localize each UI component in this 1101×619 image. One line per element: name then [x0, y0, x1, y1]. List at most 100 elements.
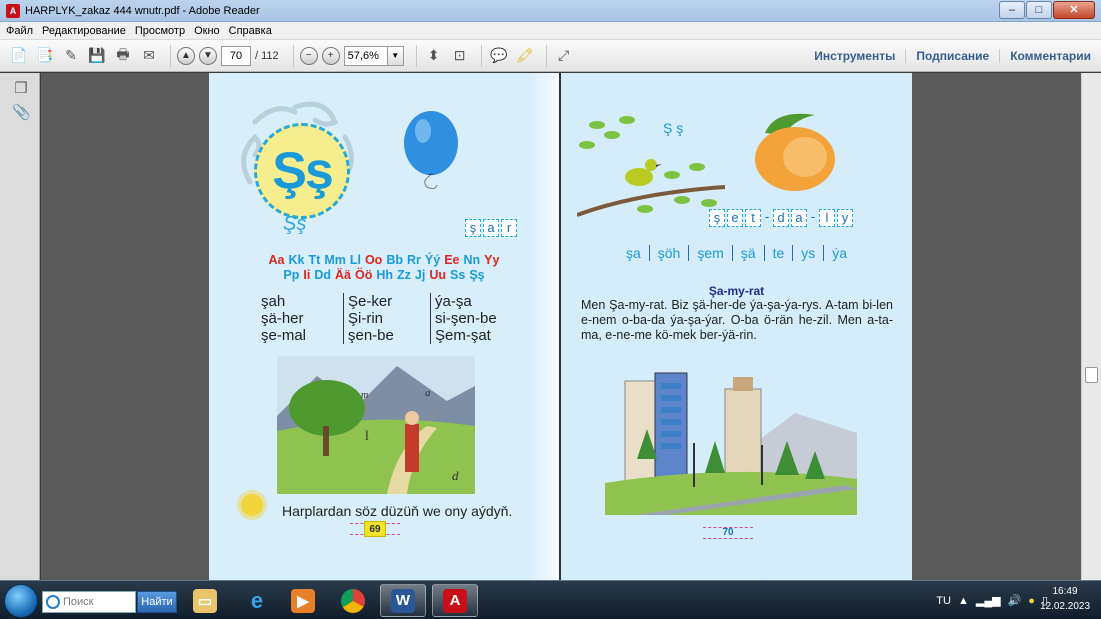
syllable-column: şah şä-her şe-mal: [257, 293, 343, 344]
media-player-taskbar-button[interactable]: ▶: [280, 584, 326, 617]
tools-button[interactable]: Инструменты: [804, 49, 905, 63]
toolbar-right-panel: Инструменты Подписание Комментарии: [804, 40, 1101, 72]
alphabet-letter: Ee: [444, 253, 460, 267]
show-hidden-icons-icon[interactable]: ▲: [958, 595, 969, 607]
word-sar-boxes: ş a r: [465, 219, 519, 237]
attachments-icon[interactable]: 📎: [12, 103, 31, 121]
illustration-letter-l: l: [365, 429, 369, 444]
syllable: şöh: [648, 245, 689, 261]
volume-icon[interactable]: 🔊: [1008, 594, 1022, 607]
syllable: şem: [688, 245, 731, 261]
letter-box: e: [727, 209, 743, 227]
create-pdf-icon[interactable]: 📄: [8, 45, 30, 67]
toolbar-divider: [170, 44, 171, 67]
syllable-word: Şi-rin: [348, 310, 384, 327]
zoom-in-icon[interactable]: +: [321, 46, 340, 65]
print-icon[interactable]: 🖶: [112, 45, 134, 67]
page-number: 69: [364, 521, 386, 537]
save-icon[interactable]: 💾: [86, 45, 108, 67]
syllable-dash: -: [810, 209, 816, 224]
chrome-taskbar-button[interactable]: [330, 584, 376, 617]
alphabet-letter: Dd: [314, 268, 331, 282]
word-setdaly-boxes: şet-da-ly: [709, 209, 855, 227]
comment-icon[interactable]: 💬: [488, 45, 510, 67]
search-placeholder: Поиск: [63, 596, 94, 608]
taskbar-search-input[interactable]: Поиск: [42, 591, 136, 613]
fit-width-icon[interactable]: ⊡: [449, 45, 471, 67]
menu-view[interactable]: Просмотр: [135, 25, 185, 37]
syllable-word: şen-be: [348, 327, 394, 344]
word-taskbar-button[interactable]: W: [380, 584, 426, 617]
window-controls: – □ ✕: [999, 1, 1095, 19]
page-69: Şş Şş ş a r Aa Kk Tt Mm Ll Oo Bb Rr Ýý Ee Nn Yy Pp I…: [209, 73, 559, 580]
alphabet-letter: Uu: [429, 268, 447, 282]
syllable-column: Şe-ker Şi-rin şen-be: [343, 293, 430, 344]
edit-pdf-icon[interactable]: ✎: [60, 45, 82, 67]
fit-page-icon[interactable]: ⬍: [423, 45, 445, 67]
syllable-word: şä-her: [261, 310, 304, 327]
menu-help[interactable]: Справка: [229, 25, 272, 37]
sun-flower-icon: [241, 494, 263, 516]
page-thumbnails-icon[interactable]: ❐: [12, 79, 30, 97]
menu-file[interactable]: Файл: [6, 25, 33, 37]
next-page-icon[interactable]: ▼: [199, 46, 217, 65]
alphabet-letter: Ýý: [424, 253, 441, 267]
previous-page-icon[interactable]: ▲: [177, 46, 195, 65]
balloon-illustration: [404, 111, 458, 189]
highlight-icon[interactable]: 🖍: [514, 45, 536, 67]
zoom-out-icon[interactable]: −: [299, 46, 318, 65]
page-number-input[interactable]: 70: [221, 45, 251, 66]
alphabet-letter: Rr: [406, 253, 421, 267]
language-indicator[interactable]: TU: [936, 595, 951, 607]
email-icon[interactable]: ✉: [138, 45, 160, 67]
search-go-button[interactable]: Найти: [137, 591, 177, 613]
letter-box: y: [837, 209, 853, 227]
exercise-instruction: Harplardan söz düzüň we ony aýdyň.: [282, 503, 513, 519]
syllable-dash: -: [764, 209, 770, 224]
alphabet-letter: Tt: [308, 253, 321, 267]
toolbar-divider: [415, 44, 417, 67]
alphabet-letter: Ää: [335, 268, 351, 282]
export-pdf-icon[interactable]: 📑: [34, 45, 56, 67]
media-player-icon: ▶: [291, 588, 315, 613]
big-letter-badge: Şş: [254, 123, 350, 219]
minimize-button[interactable]: –: [999, 1, 1025, 19]
security-icon[interactable]: ●: [1028, 595, 1035, 607]
internet-explorer-icon: [46, 595, 60, 609]
girl-landscape-illustration: m l a d: [277, 356, 475, 494]
clock-time: 16:49: [1052, 586, 1078, 597]
menu-edit[interactable]: Редактирование: [42, 25, 126, 37]
toolbar-divider: [292, 44, 294, 67]
file-explorer-taskbar-button[interactable]: ▭: [182, 584, 228, 617]
letter-box: ş: [709, 209, 725, 227]
sign-button[interactable]: Подписание: [905, 49, 999, 63]
start-button[interactable]: [4, 584, 38, 618]
menu-window[interactable]: Окно: [194, 25, 220, 37]
syllable: te: [763, 245, 793, 261]
zoom-dropdown-icon[interactable]: ▼: [387, 45, 404, 66]
syllable-word: Şem-şat: [435, 327, 491, 344]
adobe-reader-taskbar-button[interactable]: A: [432, 584, 478, 617]
full-screen-icon[interactable]: ⤢: [553, 45, 575, 67]
close-button[interactable]: ✕: [1053, 1, 1095, 19]
vertical-scrollbar[interactable]: [1081, 73, 1101, 580]
syllable: şä: [731, 245, 764, 261]
network-icon[interactable]: ▂▄▆: [976, 594, 1001, 607]
syllable-word: Şe-ker: [348, 293, 393, 310]
folder-icon: ▭: [193, 588, 217, 613]
internet-explorer-taskbar-button[interactable]: e: [234, 584, 280, 617]
scrollbar-thumb[interactable]: [1085, 367, 1098, 383]
title-bar: A HARPLYK_zakaz 444 wnutr.pdf - Adobe Re…: [0, 0, 1101, 22]
alphabet-letter: Aa: [268, 253, 285, 267]
page-70: Ş ş şet-da-ly şa şöh şem şä te ys ýa Şa-my-rat…: [561, 73, 912, 580]
window-title: HARPLYK_zakaz 444 wnutr.pdf - Adobe Read…: [25, 4, 260, 17]
zoom-input[interactable]: 57,6%: [343, 45, 388, 66]
word-icon: W: [391, 588, 415, 613]
comments-button[interactable]: Комментарии: [999, 49, 1101, 63]
letter-box: d: [773, 209, 789, 227]
letter-box: t: [745, 209, 761, 227]
maximize-button[interactable]: □: [1026, 1, 1052, 19]
clock[interactable]: 16:49 12.02.2023: [1035, 584, 1095, 614]
syllable-word: şe-mal: [261, 327, 307, 344]
letter-box: l: [819, 209, 835, 227]
